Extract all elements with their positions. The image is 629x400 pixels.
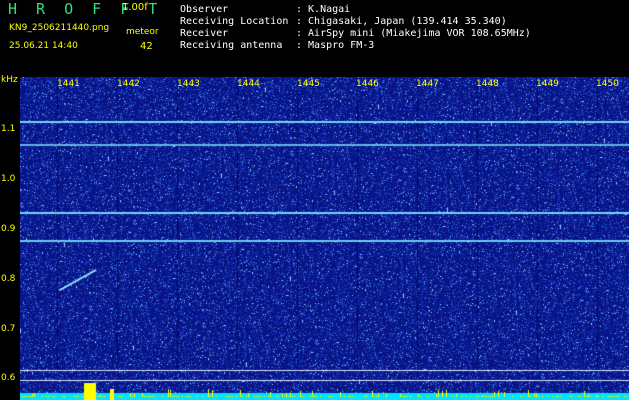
y-tick-label: 0.6 bbox=[1, 373, 16, 383]
x-tick-label: 1449 bbox=[536, 79, 559, 89]
location-value: : Chigasaki, Japan (139.414 35.340) bbox=[296, 16, 507, 27]
x-tick-label: 1448 bbox=[476, 79, 499, 89]
x-tick-label: 1445 bbox=[297, 79, 320, 89]
receiver-label: Receiver bbox=[180, 28, 229, 39]
y-tick-label: 0.7 bbox=[1, 324, 16, 334]
y-tick-label: 0.8 bbox=[1, 274, 16, 284]
antenna-label: Receiving antenna bbox=[180, 40, 283, 51]
x-tick-label: 1446 bbox=[356, 79, 379, 89]
x-tick-label: 1443 bbox=[177, 79, 200, 89]
x-tick-label: 1444 bbox=[237, 79, 260, 89]
antenna-value: : Maspro FM-3 bbox=[296, 40, 375, 51]
location-label: Receiving Location bbox=[180, 16, 289, 27]
observation-datetime: 25.06.21 14:40 bbox=[9, 41, 78, 51]
y-tick-label: 1.1 bbox=[1, 124, 16, 134]
observer-label: Observer bbox=[180, 4, 229, 15]
receiver-value: : AirSpy mini (Miakejima VOR 108.65MHz) bbox=[296, 28, 531, 39]
x-tick-label: 1441 bbox=[57, 79, 80, 89]
y-tick-label: 0.9 bbox=[1, 224, 16, 234]
x-tick-label: 1447 bbox=[416, 79, 439, 89]
meteor-label: meteor bbox=[126, 27, 159, 37]
y-tick-label: 1.0 bbox=[1, 174, 16, 184]
spectrogram-canvas bbox=[20, 77, 629, 400]
meteor-count: 42 bbox=[140, 41, 153, 52]
x-tick-label: 1450 bbox=[596, 79, 619, 89]
y-axis-unit: kHz bbox=[1, 75, 18, 85]
observer-value: : K.Nagai bbox=[296, 4, 351, 15]
version-label: 1.00f bbox=[122, 2, 148, 13]
x-tick-label: 1442 bbox=[117, 79, 140, 89]
file-name: KN9_2506211440.png bbox=[9, 23, 110, 33]
